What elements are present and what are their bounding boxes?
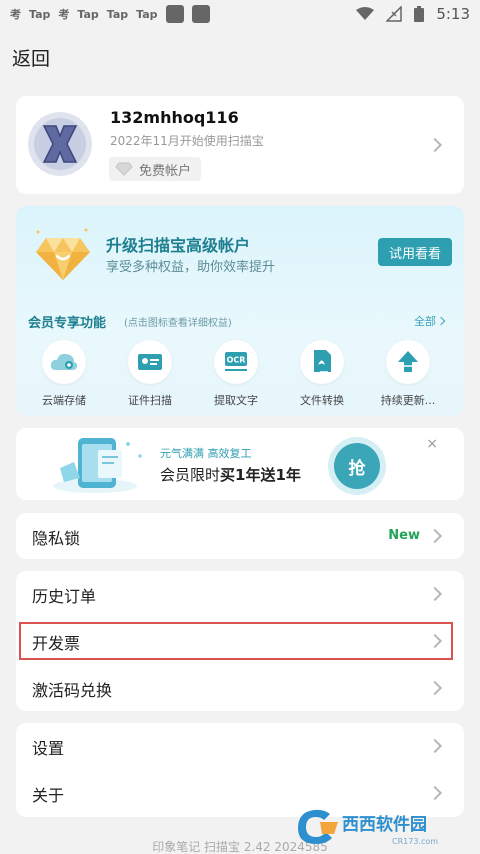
promo-illustration — [53, 438, 142, 493]
back-button[interactable]: 返回 — [12, 44, 50, 71]
features-title: 会员专享功能 — [28, 316, 107, 331]
chevron-right-icon — [427, 586, 443, 602]
wifi-icon — [356, 7, 375, 20]
chevron-right-icon — [427, 528, 443, 544]
plan-badge: 免费帐户 — [109, 157, 202, 181]
feature-label: 文件转换 — [300, 394, 344, 407]
features-all-link[interactable]: 全部 — [414, 313, 436, 329]
menu-item-label: 激活码兑换 — [32, 681, 113, 700]
premium-title: 升级扫描宝高级帐户 — [106, 236, 251, 255]
battery-icon — [414, 6, 425, 22]
status-app-3: Tap — [106, 7, 129, 21]
promo-offer-prefix: 会员限时 — [160, 466, 221, 484]
chevron-right-icon — [427, 680, 443, 696]
new-badge: New — [388, 528, 420, 543]
feature-cloud-storage[interactable]: 云端存储 — [24, 340, 104, 408]
feature-label: 提取文字 — [214, 394, 258, 407]
plan-label: 免费帐户 — [139, 163, 192, 179]
menu-item-label: 隐私锁 — [32, 529, 81, 548]
username: 132mhhoq116 — [110, 108, 239, 127]
id-card-icon — [128, 340, 172, 384]
feature-updates[interactable]: 持续更新... — [368, 340, 448, 408]
menu-group-app: 设置 关于 — [16, 723, 464, 817]
menu-item-label: 历史订单 — [32, 587, 97, 606]
menu-item-label: 关于 — [32, 786, 65, 805]
menu-item-order-history[interactable]: 历史订单 — [16, 571, 464, 617]
features-hint: (点击图标查看详细权益) — [124, 318, 232, 329]
premium-upgrade-card[interactable]: 升级扫描宝高级帐户 享受多种权益，助你效率提升 试用看看 会员专享功能 (点击图… — [16, 206, 464, 416]
feature-id-scan[interactable]: 证件扫描 — [110, 340, 190, 408]
feature-extract-text[interactable]: OCR 提取文字 — [196, 340, 276, 408]
promo-offer-highlight: 买1年送1年 — [220, 466, 301, 484]
svg-text:OCR: OCR — [227, 356, 246, 365]
menu-group-privacy: 隐私锁 New — [16, 513, 464, 559]
premium-subtitle: 享受多种权益，助你效率提升 — [106, 260, 276, 275]
menu-item-privacy-lock[interactable]: 隐私锁 New — [16, 513, 464, 559]
menu-item-redeem-code[interactable]: 激活码兑换 — [16, 665, 464, 711]
notification-square-icon — [165, 5, 184, 23]
highlight-frame — [19, 622, 453, 660]
chevron-right-icon — [436, 316, 446, 326]
promo-tagline: 元气满满 高效复工 — [160, 447, 252, 460]
watermark-text: 西西软件园 — [342, 814, 427, 835]
cloud-icon — [42, 340, 86, 384]
member-since: 2022年11月开始使用扫描宝 — [110, 134, 264, 148]
notification-icon: 考 — [58, 8, 70, 21]
pdf-convert-icon — [300, 340, 344, 384]
avatar[interactable] — [28, 112, 92, 176]
promo-offer: 会员限时买1年送1年 — [160, 464, 301, 485]
feature-label: 云端存储 — [42, 394, 86, 407]
diamond-icon — [115, 162, 133, 176]
diamond-icon — [36, 228, 90, 280]
status-bar: 考 Tap 考 Tap Tap Tap 5:13 — [0, 0, 480, 28]
feature-file-convert[interactable]: 文件转换 — [282, 340, 362, 408]
notification-square-icon — [191, 5, 210, 23]
status-app-4: Tap — [136, 7, 158, 21]
chevron-right-icon — [427, 785, 443, 801]
try-premium-button[interactable]: 试用看看 — [378, 238, 452, 266]
feature-label: 证件扫描 — [128, 394, 172, 407]
close-icon[interactable]: × — [426, 436, 438, 452]
status-app-1: Tap — [29, 7, 51, 21]
ocr-icon: OCR — [214, 340, 258, 384]
upload-arrow-icon — [386, 340, 430, 384]
menu-item-label: 设置 — [32, 739, 65, 758]
status-app-2: Tap — [77, 7, 99, 21]
watermark-subtext: CR173.com — [392, 837, 438, 846]
chevron-right-icon — [427, 738, 443, 754]
profile-card[interactable]: 132mhhoq116 2022年11月开始使用扫描宝 免费帐户 — [16, 96, 464, 194]
notification-icon: 考 — [10, 8, 21, 21]
clock: 5:13 — [436, 5, 470, 23]
feature-label: 持续更新... — [380, 394, 436, 407]
menu-item-settings[interactable]: 设置 — [16, 723, 464, 769]
watermark-logo: 西西软件园 CR173.com — [298, 809, 438, 846]
promo-banner[interactable]: 元气满满 高效复工 会员限时买1年送1年 抢 × — [16, 428, 464, 500]
chevron-right-icon — [427, 137, 443, 153]
no-signal-icon — [386, 6, 403, 22]
grab-deal-button[interactable]: 抢 — [334, 443, 380, 489]
